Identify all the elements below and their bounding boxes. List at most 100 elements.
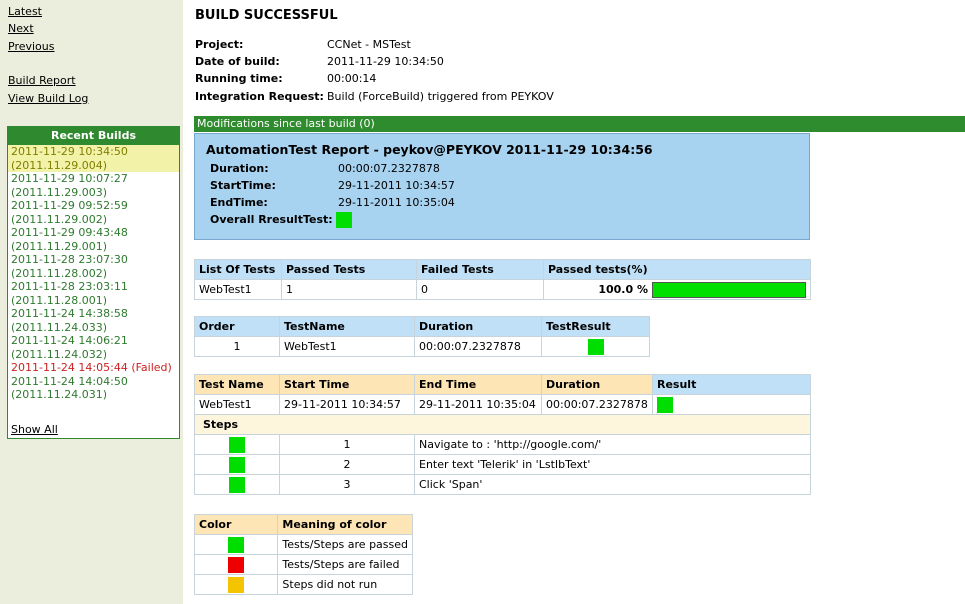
previous-link[interactable]: Previous [8,40,55,54]
recent-build-item[interactable]: 2011-11-28 23:03:11 (2011.11.28.001) [8,280,179,307]
order-header: TestResult [541,316,650,337]
recent-build-label[interactable]: (2011.11.29.002) [11,213,179,227]
recent-build-date[interactable]: 2011-11-29 10:34:50 [11,145,179,159]
recent-build-item[interactable]: 2011-11-24 14:04:50 (2011.11.24.031) [8,375,179,402]
recent-build-date[interactable]: 2011-11-29 10:07:27 [11,172,179,186]
summary-test-name: WebTest1 [194,279,282,300]
detail-header: Test Name [194,374,280,395]
recent-build-date[interactable]: 2011-11-24 14:04:50 [11,375,179,389]
running-time-value: 00:00:14 [327,72,377,85]
recent-build-date[interactable]: 2011-11-24 14:06:21 [11,334,179,348]
date-label: Date of build: [195,55,280,68]
summary-header: Passed tests(%) [543,259,811,280]
legend-swatch-passed [228,536,245,553]
recent-build-date[interactable]: 2011-11-24 14:38:58 [11,307,179,321]
end-time-label: EndTime: [210,196,268,209]
recent-build-label[interactable]: (2011.11.29.003) [11,186,179,200]
legend-text: Tests/Steps are passed [277,534,413,555]
recent-build-label[interactable]: (2011.11.24.031) [11,388,179,402]
recent-build-item[interactable]: 2011-11-29 09:43:48 (2011.11.29.001) [8,226,179,253]
recent-build-item[interactable]: 2011-11-29 09:52:59 (2011.11.29.002) [8,199,179,226]
show-all-link[interactable]: Show All [11,423,58,436]
detail-header: End Time [414,374,542,395]
summary-table: List Of Tests Passed Tests Failed Tests … [194,259,811,300]
summary-passed: 1 [281,279,417,300]
recent-build-label[interactable]: (2011.11.29.004) [11,159,179,173]
date-row: Date of build: 2011-11-29 10:34:50 [195,55,444,68]
recent-build-date[interactable]: 2011-11-28 23:03:11 [11,280,179,294]
order-table: Order TestName Duration TestResult 1 Web… [194,316,650,357]
recent-build-date[interactable]: 2011-11-29 09:52:59 [11,199,179,213]
step-status-indicator [229,436,245,453]
step-status-indicator [229,456,245,473]
start-time-row: StartTime: 29-11-2011 10:34:57 [210,179,455,192]
page-title: BUILD SUCCESSFUL [195,8,338,23]
recent-build-date[interactable]: 2011-11-28 23:07:30 [11,253,179,267]
build-report-link[interactable]: Build Report [8,74,76,88]
recent-build-label[interactable]: (2011.11.28.002) [11,267,179,281]
legend-header: Color [193,514,279,535]
steps-label: Steps [194,414,811,435]
recent-build-item[interactable]: 2011-11-24 14:05:44 (Failed) [8,361,179,375]
duration-value: 00:00:07.2327878 [338,162,440,175]
step-indicator-cell [194,434,280,455]
summary-percent: 100.0 % [598,282,648,296]
order-header: Duration [414,316,542,337]
recent-build-label[interactable]: (2011.11.24.033) [11,321,179,335]
date-value: 2011-11-29 10:34:50 [327,55,444,68]
step-number: 1 [279,434,415,455]
step-row: 2 Enter text 'Telerik' in 'LstIbText' [194,454,811,475]
legend-table: Color Meaning of color Tests/Steps are p… [193,514,413,595]
latest-link[interactable]: Latest [8,5,42,19]
test-result-indicator [587,338,604,355]
recent-build-label[interactable]: (2011.11.24.032) [11,348,179,362]
recent-build-label[interactable]: (2011.11.29.001) [11,240,179,254]
step-indicator-cell [194,454,280,475]
step-status-indicator [229,476,245,493]
step-row: 3 Click 'Span' [194,474,811,495]
order-header: Order [194,316,280,337]
detail-result-indicator [657,396,673,413]
summary-header: Passed Tests [281,259,417,280]
passed-progress-fill [653,282,805,297]
recent-build-item[interactable]: 2011-11-24 14:06:21 (2011.11.24.032) [8,334,179,361]
legend-text: Tests/Steps are failed [277,554,413,575]
request-row: Integration Request: Build (ForceBuild) t… [195,90,554,103]
next-link[interactable]: Next [8,22,34,36]
request-value: Build (ForceBuild) triggered from PEYKOV [327,90,554,103]
detail-test-name: WebTest1 [194,394,280,415]
detail-duration: 00:00:07.2327878 [541,394,653,415]
view-build-log-link[interactable]: View Build Log [8,92,88,106]
duration-row: Duration: 00:00:07.2327878 [210,162,440,175]
recent-build-item[interactable]: 2011-11-29 10:34:50 (2011.11.29.004) [8,145,179,172]
table-row: WebTest1 1 0 100.0 % [194,279,811,300]
step-indicator-cell [194,474,280,495]
overall-result-label: Overall RresultTest: [210,213,333,226]
summary-header: List Of Tests [194,259,282,280]
running-time-row: Running time: 00:00:14 [195,72,376,85]
project-value: CCNet - MSTest [327,38,411,51]
recent-build-date[interactable]: 2011-11-24 14:05:44 (Failed) [11,361,179,375]
duration-label: Duration: [210,162,269,175]
recent-build-label[interactable]: (2011.11.28.001) [11,294,179,308]
legend-swatch-cell [193,534,279,555]
table-row: WebTest1 29-11-2011 10:34:57 29-11-2011 … [194,394,811,415]
recent-build-item[interactable]: 2011-11-29 10:07:27 (2011.11.29.003) [8,172,179,199]
step-text: Enter text 'Telerik' in 'LstIbText' [414,454,811,475]
detail-start-time: 29-11-2011 10:34:57 [279,394,415,415]
detail-end-time: 29-11-2011 10:35:04 [414,394,542,415]
start-time-label: StartTime: [210,179,276,192]
table-row: Steps did not run [193,574,413,595]
request-label: Integration Request: [195,90,324,103]
recent-build-item[interactable]: 2011-11-28 23:07:30 (2011.11.28.002) [8,253,179,280]
recent-build-item[interactable]: 2011-11-24 14:38:58 (2011.11.24.033) [8,307,179,334]
step-number: 3 [279,474,415,495]
sidebar: Latest Next Previous Build Report View B… [0,0,183,604]
modifications-bar: Modifications since last build (0) [194,116,965,132]
end-time-row: EndTime: 29-11-2011 10:35:04 [210,196,455,209]
step-number: 2 [279,454,415,475]
legend-swatch-cell [193,554,279,575]
detail-header: Duration [541,374,653,395]
legend-swatch-cell [193,574,279,595]
recent-build-date[interactable]: 2011-11-29 09:43:48 [11,226,179,240]
